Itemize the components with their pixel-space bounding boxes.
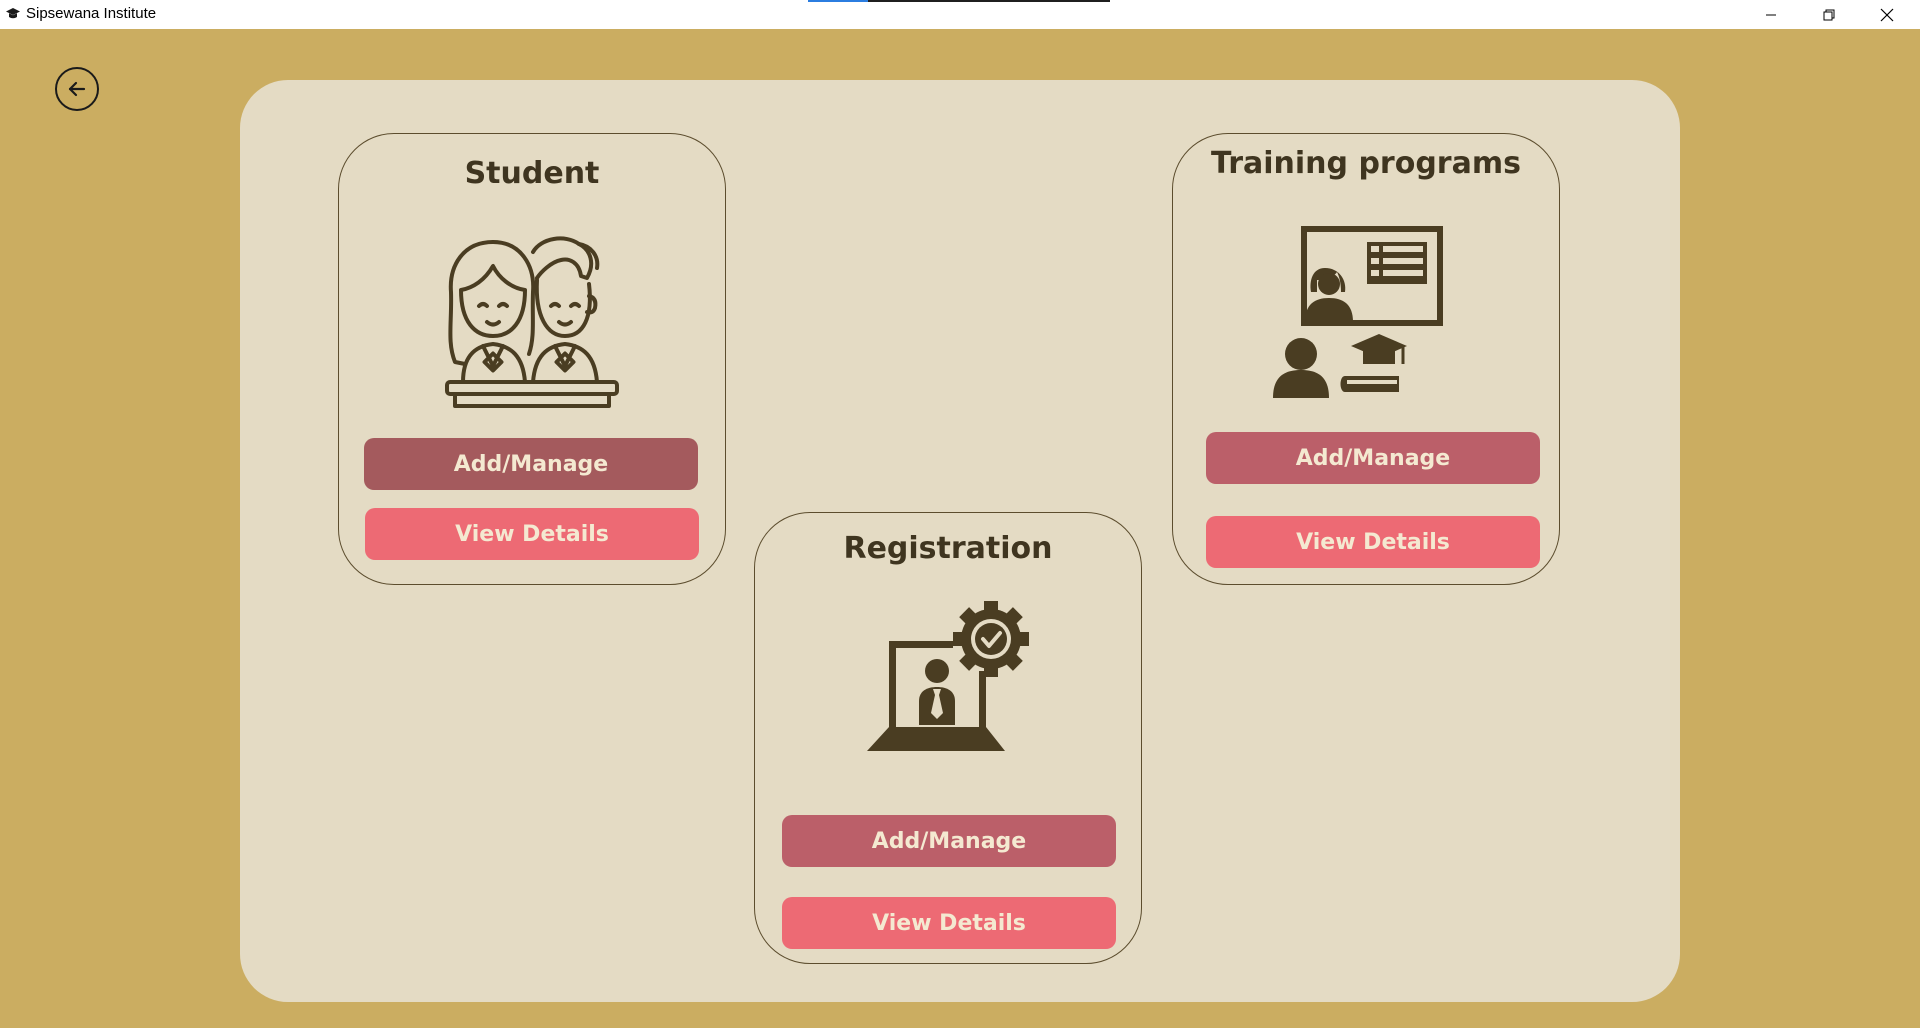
training-view-details-button[interactable]: View Details [1206, 516, 1540, 568]
arrow-left-icon [68, 81, 86, 97]
restore-icon [1823, 9, 1835, 20]
graduation-cap-icon [6, 8, 20, 19]
student-add-manage-button[interactable]: Add/Manage [364, 438, 698, 490]
minimize-icon [1766, 14, 1776, 15]
close-button[interactable] [1858, 0, 1916, 29]
restore-button[interactable] [1800, 0, 1858, 29]
student-card: Student Add/Manage View Details [338, 133, 726, 585]
window-title: Sipsewana Institute [26, 5, 157, 22]
registration-add-manage-button[interactable]: Add/Manage [782, 815, 1116, 867]
training-programs-card: Training programs Add/Manage View Detail… [1172, 133, 1560, 585]
online-teacher-icon [1273, 226, 1443, 398]
card-title: Training programs [1211, 146, 1521, 181]
back-button[interactable] [55, 67, 99, 111]
laptop-person-gear-check-icon [867, 601, 1029, 751]
minimize-button[interactable] [1742, 0, 1800, 29]
loading-progress-fill [808, 0, 869, 2]
card-title: Student [464, 156, 600, 191]
student-view-details-button[interactable]: View Details [365, 508, 699, 560]
training-add-manage-button[interactable]: Add/Manage [1206, 432, 1540, 484]
card-title: Registration [843, 531, 1053, 566]
registration-view-details-button[interactable]: View Details [782, 897, 1116, 949]
loading-progress-bar [808, 0, 1110, 2]
students-at-desk-icon [445, 236, 619, 408]
registration-card: Registration Add/Manage View Details [754, 512, 1142, 964]
close-icon [1880, 8, 1894, 21]
title-bar: Sipsewana Institute [0, 0, 1920, 29]
